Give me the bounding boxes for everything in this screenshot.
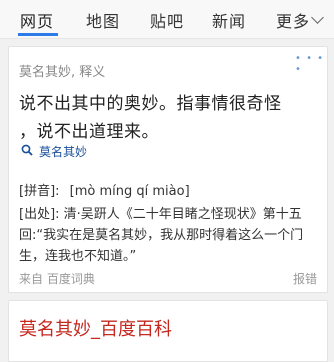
card-header: 莫名其妙, 释义	[19, 65, 106, 80]
tab-map[interactable]: 地图	[86, 8, 120, 32]
active-tab-indicator	[18, 33, 58, 36]
definition-line-2: ，说不出道理来。	[19, 122, 159, 142]
result-card: 莫名其妙_百度百科	[8, 300, 328, 362]
tab-more[interactable]: 更多	[276, 8, 310, 32]
tab-tieba[interactable]: 贴吧	[150, 8, 184, 32]
dictionary-card: • • • • 莫名其妙, 释义 说不出其中的奥妙。指事情很奇怪 ，说不出道理来…	[8, 46, 328, 293]
search-icon	[21, 144, 33, 156]
source-line-3: 生，连我也不知道。”	[19, 249, 137, 264]
top-nav: 网页 地图 贴吧 新闻 更多	[0, 0, 334, 39]
source-line-1: [出处]: 清·吴趼人《二十年目睹之怪现状》第十五	[19, 207, 302, 222]
source-line-2: 回:“我实在是莫名其妙，我从那时得着这么一个门	[19, 228, 304, 243]
search-link-label: 莫名其妙	[39, 145, 88, 159]
source-attribution: 来自 百度词典	[19, 272, 95, 286]
pinyin-value: [mò míng qí miào]	[69, 184, 190, 199]
report-error-link[interactable]: 报错	[293, 270, 317, 287]
chevron-down-icon[interactable]	[311, 11, 324, 24]
definition-line-1: 说不出其中的奥妙。指事情很奇怪	[19, 94, 282, 114]
tab-web[interactable]: 网页	[20, 8, 54, 32]
tab-news[interactable]: 新闻	[212, 8, 246, 32]
result-title-link[interactable]: 莫名其妙_百度百科	[19, 315, 172, 341]
pinyin-label: [拼音]:	[19, 184, 60, 199]
ad-marker: • • • •	[295, 53, 325, 75]
pinyin-line: [拼音]: [mò míng qí miào]	[19, 180, 190, 199]
